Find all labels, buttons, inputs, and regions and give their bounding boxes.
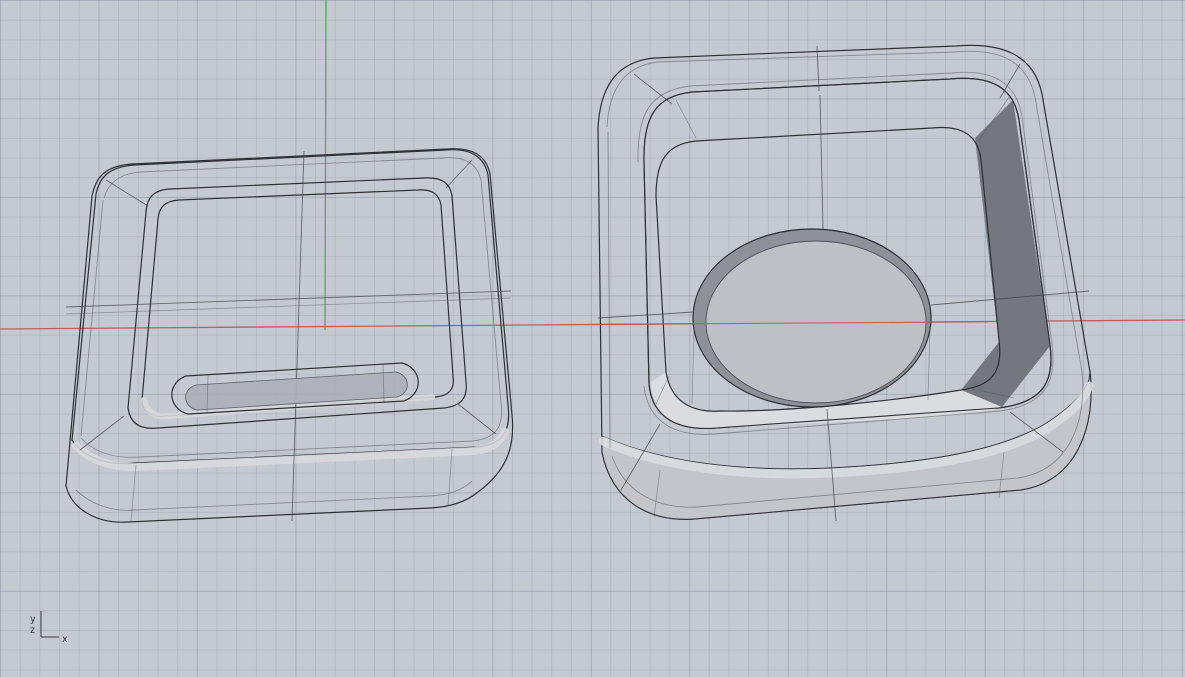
x-axis-label: x <box>62 634 68 645</box>
y-axis-label: y <box>30 614 36 625</box>
box-inner-wall-right <box>961 100 1050 407</box>
y-axis-line <box>325 0 326 330</box>
viewport-canvas: y z x <box>0 0 1185 677</box>
box-model[interactable] <box>598 45 1091 521</box>
box-left-fillet-line <box>608 132 610 448</box>
z-axis-label: z <box>30 625 35 636</box>
world-axes-indicator: y z x <box>30 611 68 645</box>
lid-bottom-fillet-line <box>76 481 472 510</box>
perspective-viewport[interactable]: y z x <box>0 0 1185 677</box>
lid-model[interactable] <box>66 149 513 522</box>
lid-top-fillet-line <box>81 158 502 458</box>
